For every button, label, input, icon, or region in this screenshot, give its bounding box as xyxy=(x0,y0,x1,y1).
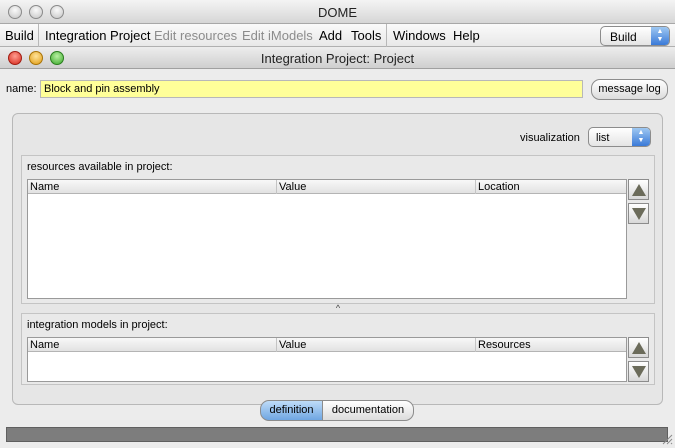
menu-edit-resources[interactable]: Edit resources xyxy=(154,28,237,43)
tab-documentation[interactable]: documentation xyxy=(322,400,414,421)
triangle-down-icon xyxy=(632,366,646,378)
models-title: integration models in project: xyxy=(27,319,168,331)
menu-separator xyxy=(386,24,387,47)
column-divider xyxy=(475,180,476,194)
column-header-resources[interactable]: Resources xyxy=(478,339,531,351)
mode-select[interactable]: Build ▲ ▼ xyxy=(600,26,670,46)
resources-table[interactable]: Name Value Location xyxy=(27,179,627,299)
column-header-location[interactable]: Location xyxy=(478,181,520,193)
visualization-label: visualization xyxy=(520,132,580,144)
menu-windows[interactable]: Windows xyxy=(393,28,446,43)
resources-table-header: Name Value Location xyxy=(28,180,626,194)
models-table-header: Name Value Resources xyxy=(28,338,626,352)
triangle-down-icon xyxy=(632,208,646,220)
column-header-value[interactable]: Value xyxy=(279,339,306,351)
column-divider xyxy=(276,180,277,194)
column-header-value[interactable]: Value xyxy=(279,181,306,193)
resize-grip-icon[interactable] xyxy=(661,433,673,445)
models-table[interactable]: Name Value Resources xyxy=(27,337,627,382)
name-label: name: xyxy=(6,83,37,95)
visualization-select[interactable]: list ▲ ▼ xyxy=(588,127,651,147)
triangle-up-icon xyxy=(632,184,646,196)
models-move-down-button[interactable] xyxy=(628,361,649,382)
project-window-title-bar: Integration Project: Project xyxy=(0,47,675,69)
tab-definition[interactable]: definition xyxy=(260,400,323,421)
resources-title: resources available in project: xyxy=(27,161,173,173)
menu-edit-imodels[interactable]: Edit iModels xyxy=(242,28,313,43)
project-window-title: Integration Project: Project xyxy=(260,51,415,66)
column-divider xyxy=(475,338,476,352)
menu-separator xyxy=(38,24,39,47)
column-header-name[interactable]: Name xyxy=(30,181,59,193)
mode-select-value: Build xyxy=(610,30,637,44)
select-stepper-icon: ▲ ▼ xyxy=(651,27,669,45)
column-divider xyxy=(276,338,277,352)
models-move-up-button[interactable] xyxy=(628,337,649,358)
menu-add[interactable]: Add xyxy=(319,28,342,43)
project-name-input[interactable] xyxy=(40,80,583,98)
menu-integration-project[interactable]: Integration Project xyxy=(45,28,151,43)
resources-move-up-button[interactable] xyxy=(628,179,649,200)
split-pane-divider[interactable]: ^ xyxy=(21,303,655,313)
app-title-bar: DOME xyxy=(0,0,675,24)
triangle-up-icon xyxy=(632,342,646,354)
column-header-name[interactable]: Name xyxy=(30,339,59,351)
resources-move-down-button[interactable] xyxy=(628,203,649,224)
status-bar xyxy=(6,427,668,442)
app-title: DOME xyxy=(318,5,357,20)
menu-build[interactable]: Build xyxy=(5,28,34,43)
caret-up-icon: ^ xyxy=(335,303,341,313)
message-log-button[interactable]: message log xyxy=(591,79,668,100)
menu-bar: Build Integration Project Edit resources… xyxy=(0,24,675,47)
menu-tools[interactable]: Tools xyxy=(351,28,381,43)
select-stepper-icon: ▲ ▼ xyxy=(632,128,650,146)
menu-help[interactable]: Help xyxy=(453,28,480,43)
visualization-value: list xyxy=(596,132,610,144)
